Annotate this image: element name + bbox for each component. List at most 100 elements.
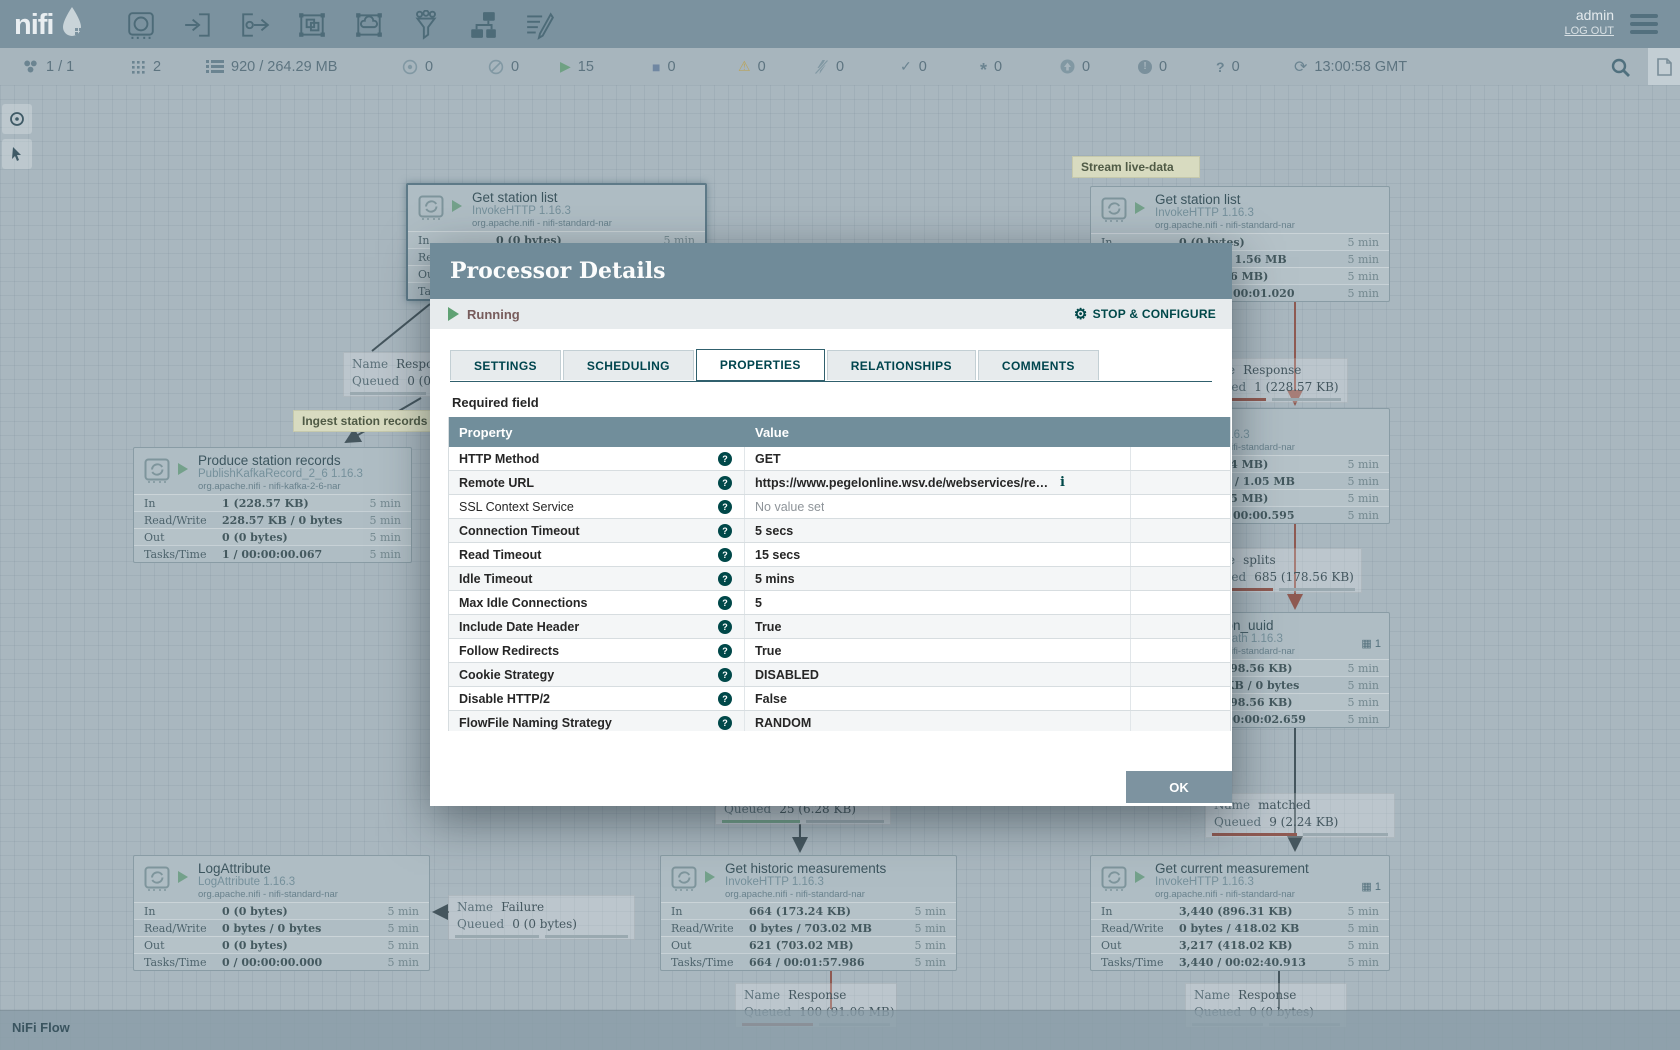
help-icon[interactable]: ? — [718, 644, 732, 658]
connection-label[interactable]: NameFailureQueued0 (0 bytes) — [448, 895, 635, 940]
stop-and-configure-button[interactable]: ⚙ STOP & CONFIGURE — [1074, 305, 1216, 323]
property-value[interactable]: 15 secs — [755, 548, 800, 562]
stat-row: Read/Write 228.57 KB / 0 bytes 5 min — [134, 511, 411, 528]
invalid-components-status: ⚠0 — [738, 48, 766, 85]
property-row[interactable]: Max Idle Connections ? 5 — [449, 591, 1230, 615]
tab-scheduling[interactable]: SCHEDULING — [563, 350, 694, 380]
property-row[interactable]: Follow Redirects ? True — [449, 639, 1230, 663]
property-value[interactable]: RANDOM — [755, 716, 811, 730]
canvas-label-ingest-station-records[interactable]: Ingest station records — [293, 410, 439, 432]
stat-row: Out 0 (0 bytes) 5 min — [134, 936, 429, 953]
navigate-palette-button[interactable] — [2, 104, 32, 134]
property-row[interactable]: HTTP Method ? GET — [449, 447, 1230, 471]
help-icon[interactable]: ? — [718, 596, 732, 610]
user-block: admin LOG OUT — [1564, 7, 1614, 39]
ok-button[interactable]: OK — [1126, 771, 1232, 803]
nifi-drop-icon — [60, 6, 84, 43]
connection-label[interactable]: NamematchedQueued9 (2.24 KB) — [1205, 793, 1395, 838]
clustered-nodes-status: 1 / 1 — [22, 48, 74, 85]
stat-row: Tasks/Time 3,440 / 00:02:40.913 5 min — [1091, 953, 1389, 970]
dialog-body: SETTINGSSCHEDULINGPROPERTIESRELATIONSHIP… — [430, 329, 1232, 806]
property-value[interactable]: https://www.pegelonline.wsv.de/webservic… — [755, 476, 1050, 490]
property-row[interactable]: FlowFile Naming Strategy ? RANDOM — [449, 711, 1230, 731]
refresh-icon[interactable]: ⟳ — [1294, 57, 1307, 77]
processor-type: InvokeHTTP 1.16.3 — [1155, 876, 1254, 888]
process-group-icon[interactable] — [294, 9, 330, 41]
queue-percent-bars — [722, 820, 884, 823]
processor-card-log-attribute[interactable]: LogAttribute LogAttribute 1.16.3 org.apa… — [133, 855, 430, 971]
template-icon[interactable] — [465, 9, 501, 41]
stat-row: In 3,440 (896.31 KB) 5 min — [1091, 902, 1389, 919]
global-menu-icon[interactable] — [1630, 14, 1658, 34]
processor-bundle: org.apache.nifi - nifi-standard-nar — [1155, 220, 1295, 231]
property-value[interactable]: DISABLED — [755, 668, 819, 682]
running-indicator-icon — [178, 463, 188, 475]
bulletin-board-button[interactable] — [1648, 48, 1680, 85]
remote-process-group-icon[interactable] — [351, 9, 387, 41]
info-icon[interactable]: i — [1060, 475, 1065, 490]
stat-row: Read/Write 0 bytes / 703.02 MB 5 min — [661, 919, 956, 936]
property-row[interactable]: Idle Timeout ? 5 mins — [449, 567, 1230, 591]
processor-name: Get station list — [472, 190, 558, 205]
input-port-icon[interactable] — [180, 9, 216, 41]
help-icon[interactable]: ? — [718, 452, 732, 466]
processor-card-get-historic-measurements[interactable]: Get historic measurements InvokeHTTP 1.1… — [660, 855, 957, 971]
property-value[interactable]: GET — [755, 452, 781, 466]
processor-type-icon — [1101, 197, 1127, 228]
property-row[interactable]: Include Date Header ? True — [449, 615, 1230, 639]
help-icon[interactable]: ? — [718, 572, 732, 586]
help-icon[interactable]: ? — [718, 476, 732, 490]
help-icon[interactable]: ? — [718, 500, 732, 514]
tab-properties[interactable]: PROPERTIES — [696, 349, 825, 381]
help-icon[interactable]: ? — [718, 548, 732, 562]
property-value[interactable]: True — [755, 644, 781, 658]
help-icon[interactable]: ? — [718, 524, 732, 538]
property-value[interactable]: 5 secs — [755, 524, 793, 538]
property-name: Remote URL — [459, 476, 718, 490]
dialog-tab-bar: SETTINGSSCHEDULINGPROPERTIESRELATIONSHIP… — [450, 350, 1212, 382]
help-icon[interactable]: ? — [718, 716, 732, 730]
processor-icon[interactable] — [123, 9, 159, 41]
property-value[interactable]: 5 — [755, 596, 762, 610]
tab-comments[interactable]: COMMENTS — [978, 350, 1099, 380]
property-value[interactable]: No value set — [755, 500, 824, 514]
property-value[interactable]: False — [755, 692, 787, 706]
stop-configure-icon: ⚙ — [1074, 305, 1088, 323]
property-row[interactable]: Connection Timeout ? 5 secs — [449, 519, 1230, 543]
property-value[interactable]: True — [755, 620, 781, 634]
processor-name: Produce station records — [198, 453, 341, 468]
property-column-header: Property — [449, 425, 745, 440]
property-name: Include Date Header — [459, 620, 718, 634]
stat-row: Out 3,217 (418.02 KB) 5 min — [1091, 936, 1389, 953]
label-icon[interactable] — [522, 9, 558, 41]
queue-percent-bars — [455, 935, 628, 938]
help-icon[interactable]: ? — [718, 620, 732, 634]
search-icon[interactable] — [1610, 57, 1632, 79]
tab-relationships[interactable]: RELATIONSHIPS — [827, 350, 976, 380]
tasks-badge: ▦ 1 — [1361, 637, 1381, 650]
processor-state: Running — [467, 307, 520, 322]
breadcrumb[interactable]: NiFi Flow — [12, 1020, 70, 1035]
tab-settings[interactable]: SETTINGS — [450, 350, 561, 380]
processor-card-get-current-measurement[interactable]: Get current measurement InvokeHTTP 1.16.… — [1090, 855, 1390, 971]
help-icon[interactable]: ? — [718, 668, 732, 682]
funnel-icon[interactable] — [408, 9, 444, 41]
logout-link[interactable]: LOG OUT — [1564, 23, 1614, 39]
property-row[interactable]: Read Timeout ? 15 secs — [449, 543, 1230, 567]
transmitting-groups-icon — [402, 59, 418, 75]
last-refresh-time[interactable]: ⟳13:00:58 GMT — [1294, 48, 1407, 85]
canvas-label-stream-live-data[interactable]: Stream live-data — [1072, 156, 1200, 178]
stopped-components-icon: ■ — [652, 59, 660, 75]
help-icon[interactable]: ? — [718, 692, 732, 706]
property-row[interactable]: Cookie Strategy ? DISABLED — [449, 663, 1230, 687]
processor-bundle: org.apache.nifi - nifi-standard-nar — [472, 218, 612, 229]
operate-palette-button[interactable] — [2, 139, 32, 169]
property-row[interactable]: SSL Context Service ? No value set — [449, 495, 1230, 519]
processor-card-produce-station-records[interactable]: Produce station records PublishKafkaReco… — [133, 447, 412, 563]
output-port-icon[interactable] — [237, 9, 273, 41]
not-transmitting-groups-status: 0 — [488, 48, 519, 85]
property-row[interactable]: Disable HTTP/2 ? False — [449, 687, 1230, 711]
stale-versioned-status: 0 — [1060, 48, 1090, 85]
property-row[interactable]: Remote URL ? https://www.pegelonline.wsv… — [449, 471, 1230, 495]
property-value[interactable]: 5 mins — [755, 572, 795, 586]
